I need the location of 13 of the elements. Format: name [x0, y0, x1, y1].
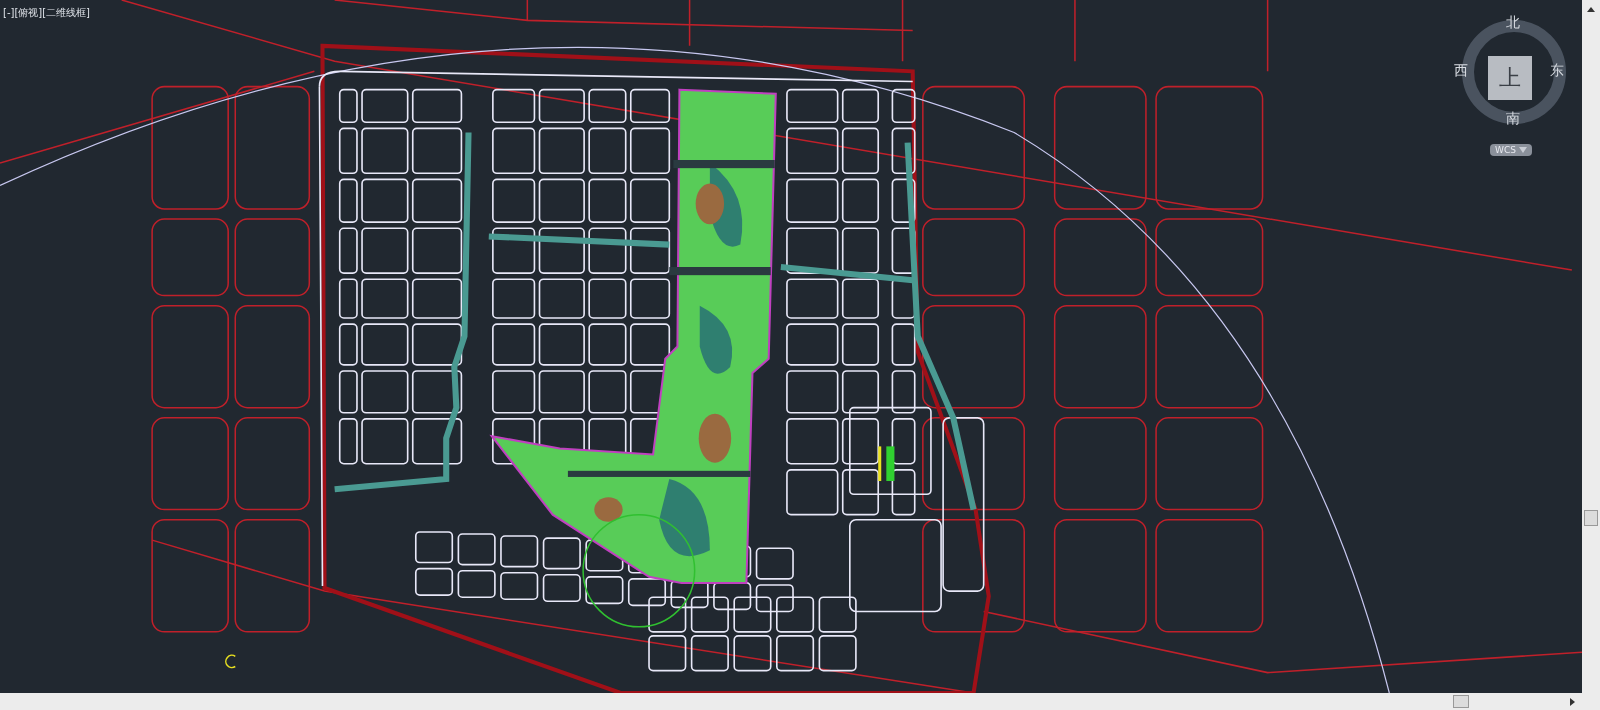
- vertical-scrollbar[interactable]: [1582, 0, 1600, 693]
- compass-direction[interactable]: 北: [1506, 14, 1520, 32]
- caret-icon: [1518, 147, 1527, 153]
- horizontal-scrollbar[interactable]: [0, 693, 1600, 710]
- compass-direction[interactable]: 西: [1454, 62, 1468, 80]
- compass-direction[interactable]: 南: [1506, 110, 1520, 128]
- view-cube-face[interactable]: 上: [1488, 56, 1532, 100]
- scroll-thumb[interactable]: [1584, 510, 1598, 526]
- scroll-thumb[interactable]: [1453, 695, 1469, 708]
- viewport-label[interactable]: [-][俯视][二维线框]: [3, 6, 91, 20]
- compass-direction[interactable]: 东: [1550, 62, 1564, 80]
- scroll-right-icon[interactable]: [1570, 698, 1575, 706]
- scroll-up-icon[interactable]: [1587, 7, 1595, 12]
